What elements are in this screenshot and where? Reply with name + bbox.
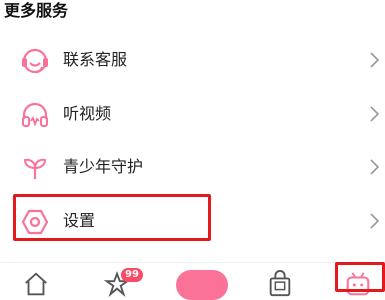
chevron-right-icon — [370, 213, 380, 229]
headset-icon — [22, 48, 48, 74]
sprout-icon — [23, 158, 47, 179]
settings-highlight-box — [13, 194, 211, 241]
publish-button[interactable] — [176, 270, 228, 300]
teen-protection-item[interactable]: 青少年守护 — [0, 141, 385, 193]
contact-support-label: 联系客服 — [63, 50, 128, 69]
teen-protection-label: 青少年守护 — [63, 157, 144, 176]
home-icon[interactable] — [22, 270, 50, 298]
headphones-icon — [22, 102, 48, 127]
chevron-right-icon — [370, 159, 380, 175]
section-title: 更多服务 — [4, 1, 69, 20]
contact-support-item[interactable]: 联系客服 — [0, 34, 385, 86]
listen-video-item[interactable]: 听视频 — [0, 88, 385, 140]
listen-video-label: 听视频 — [63, 104, 112, 123]
notification-badge: 99 — [121, 268, 143, 282]
shop-icon[interactable] — [266, 270, 294, 298]
mine-tab-highlight-box — [335, 262, 385, 292]
chevron-right-icon — [370, 52, 380, 68]
chevron-right-icon — [370, 106, 380, 122]
